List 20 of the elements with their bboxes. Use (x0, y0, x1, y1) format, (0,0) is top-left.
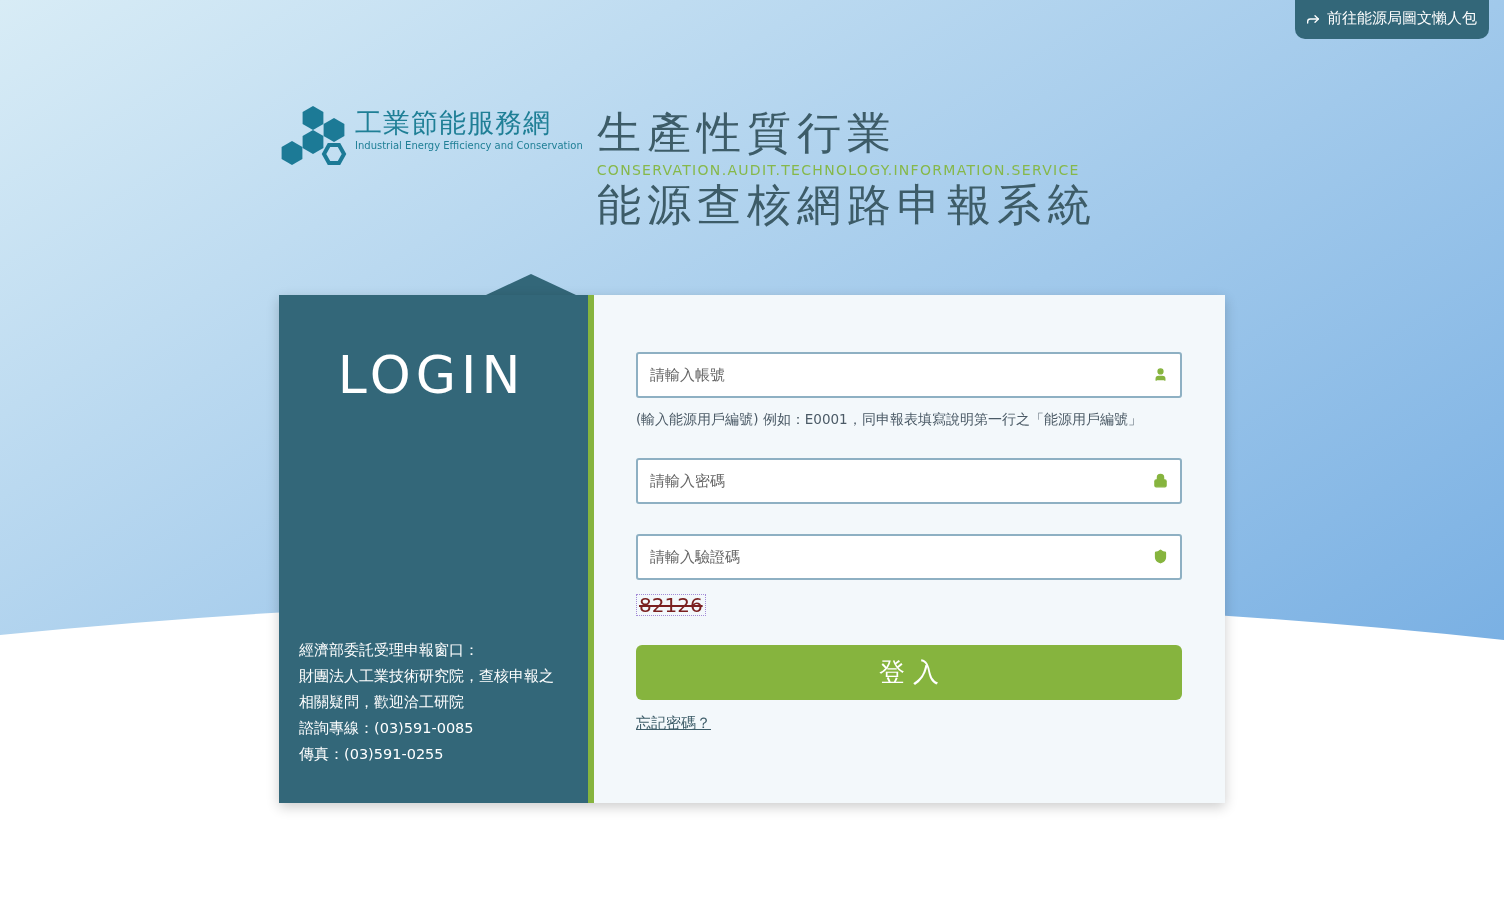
account-field[interactable]: 請輸入帳號 (636, 352, 1182, 398)
shield-icon (1153, 549, 1168, 564)
captcha-field[interactable]: 請輸入驗證碼 (636, 534, 1182, 580)
contact-text: 經濟部委託受理申報窗口： (299, 641, 480, 660)
contact-text: 諮詢專線：(03)591-0085 (299, 719, 475, 738)
account-hint: (輸入能源用戶編號) 例如：E0001，同申報表填寫說明第一行之「能源用戶編號」 (636, 410, 1143, 428)
infographic-link[interactable]: 前往能源局圖文懶人包 (1295, 0, 1489, 39)
login-title: LOGIN (336, 345, 527, 405)
forgot-password-link[interactable]: 忘記密碼？ (636, 714, 711, 733)
contact-text: 傳真：(03)591-0255 (299, 745, 445, 764)
system-title: 能源查核網路申報系統 (596, 178, 1097, 232)
password-field[interactable]: 請輸入密碼 (636, 458, 1182, 504)
contact-text: 財團法人工業技術研究院，查核申報之相關疑問，歡迎洽工研院 (299, 667, 555, 712)
user-icon (1153, 367, 1168, 382)
captcha-image: 82126 (636, 594, 706, 616)
logo-subtitle: Industrial Energy Efficiency and Conservation (355, 140, 583, 151)
system-title: 生產性質行業 (596, 106, 898, 160)
logo-title: 工業節能服務網 (355, 106, 552, 140)
tagline: CONSERVATION.AUDIT.TECHNOLOGY.INFORMATION.SERVICE (596, 162, 1081, 178)
lock-icon (1153, 473, 1168, 488)
